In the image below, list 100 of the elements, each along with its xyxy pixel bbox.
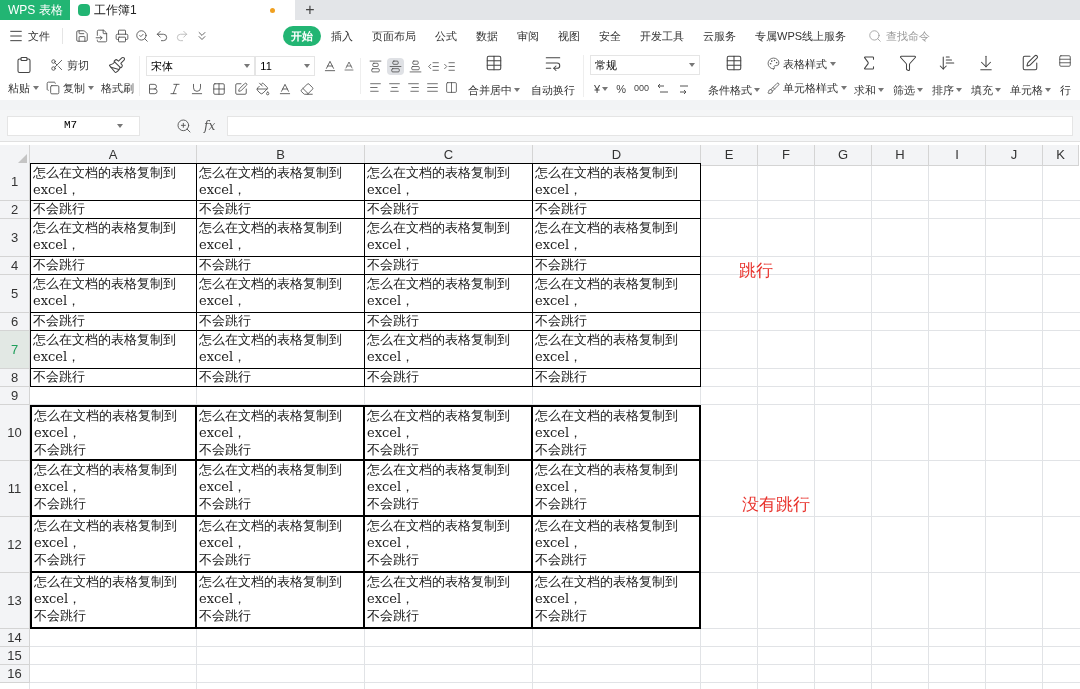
cell-text: excel， [535, 534, 583, 551]
column-header[interactable]: C [365, 145, 533, 166]
cell-text: excel， [34, 424, 82, 441]
cell-text: 不会跳行 [199, 257, 251, 272]
annotation-text: 没有跳行 [742, 494, 810, 516]
wrap-text-button[interactable]: 自动换行 [528, 54, 578, 98]
cell-text: 怎么在文档的表格复制到 [535, 164, 678, 181]
ribbon-tab[interactable]: 专属WPS线上服务 [746, 25, 856, 47]
row-header[interactable]: 14 [0, 629, 30, 647]
currency-button[interactable]: ¥ [594, 80, 609, 98]
cell-text: 怎么在文档的表格复制到 [34, 573, 177, 590]
cell-text: excel， [367, 292, 415, 309]
conditional-format-button[interactable]: 条件格式 [706, 54, 762, 98]
column-header[interactable]: A [30, 145, 197, 166]
column-header[interactable]: J [986, 145, 1043, 166]
row-header[interactable]: 9 [0, 387, 30, 405]
row-header[interactable]: 12 [0, 517, 30, 573]
row-header[interactable]: 13 [0, 573, 30, 629]
sort-button[interactable]: 排序 [930, 54, 964, 98]
column-header[interactable]: I [929, 145, 986, 166]
cell-text: 不会跳行 [535, 495, 587, 512]
cell-text: 怎么在文档的表格复制到 [199, 573, 342, 590]
row-header[interactable]: 15 [0, 647, 30, 665]
function-label[interactable]: fx [204, 116, 216, 135]
cell-text: 怎么在文档的表格复制到 [367, 275, 510, 292]
ribbon-tab[interactable]: 开发工具 [631, 25, 693, 47]
new-tab-button[interactable]: + [295, 0, 325, 20]
name-box[interactable]: M7 [7, 115, 140, 136]
cell-text: excel， [34, 534, 82, 551]
row-header[interactable]: 2 [0, 201, 30, 219]
row-header[interactable]: 11 [0, 461, 30, 517]
cell-text: 怎么在文档的表格复制到 [535, 461, 678, 478]
cell-text: excel， [367, 534, 415, 551]
ribbon-tab[interactable]: 插入 [322, 25, 362, 47]
row-header[interactable]: 6 [0, 313, 30, 331]
cell-text: excel， [367, 590, 415, 607]
row-header[interactable]: 10 [0, 405, 30, 461]
cells-button[interactable]: 单元格 [1008, 54, 1052, 98]
row-header[interactable]: 5 [0, 275, 30, 313]
rows-columns-button[interactable]: 行 [1057, 54, 1073, 98]
ribbon-tab[interactable]: 公式 [426, 25, 466, 47]
cell-text: 不会跳行 [34, 607, 86, 624]
filter-button[interactable]: 筛选 [891, 54, 925, 98]
cell-text: 不会跳行 [34, 495, 86, 512]
ribbon-tab[interactable]: 页面布局 [363, 25, 425, 47]
cell-style-button[interactable]: 单元格样式 [767, 80, 847, 97]
copy-button[interactable]: 复制 [46, 79, 94, 97]
cell-text: 不会跳行 [33, 313, 85, 328]
ribbon-tab[interactable]: 数据 [467, 25, 507, 47]
font-name-field[interactable]: 宋体 [146, 56, 256, 76]
cell-text: 不会跳行 [535, 313, 587, 328]
column-header[interactable]: K [1043, 145, 1079, 166]
cut-button[interactable]: 剪切 [50, 56, 90, 73]
row-header[interactable]: 1 [0, 163, 30, 201]
column-header[interactable]: F [758, 145, 815, 166]
document-tab[interactable]: 工作簿1 [70, 0, 295, 20]
row-header[interactable]: 3 [0, 219, 30, 257]
merge-button[interactable]: 合并居中 [465, 54, 523, 98]
column-header[interactable]: E [701, 145, 758, 166]
cell-text: excel， [367, 348, 415, 365]
ribbon-tab[interactable]: 视图 [549, 25, 589, 47]
cell-text: 怎么在文档的表格复制到 [535, 331, 678, 348]
cell-text: 怎么在文档的表格复制到 [34, 407, 177, 424]
cell-text: 不会跳行 [33, 257, 85, 272]
cell-text: 怎么在文档的表格复制到 [199, 164, 342, 181]
cell-text: 不会跳行 [199, 607, 251, 624]
format-painter-button[interactable]: 格式刷 [100, 79, 134, 97]
cell-text: excel， [535, 424, 583, 441]
row-header[interactable]: 16 [0, 665, 30, 683]
column-header[interactable]: D [533, 145, 701, 166]
cell-text: 不会跳行 [199, 313, 251, 328]
row-header[interactable]: 8 [0, 369, 30, 387]
cell-text: excel， [535, 348, 583, 365]
cell-text: 不会跳行 [199, 551, 251, 568]
ribbon-tab[interactable]: 审阅 [508, 25, 548, 47]
paste-button[interactable]: 粘贴 [8, 79, 40, 97]
file-menu[interactable]: 文件 [8, 27, 63, 45]
table-style-button[interactable]: 表格样式 [767, 55, 847, 72]
number-format-field[interactable]: 常规 [590, 54, 700, 75]
cell-text: excel， [34, 478, 82, 495]
cell-text: excel， [33, 181, 81, 198]
row-header[interactable]: 4 [0, 257, 30, 275]
column-header[interactable]: H [872, 145, 929, 166]
cell-text: 不会跳行 [367, 607, 419, 624]
cell-text: excel， [199, 236, 247, 253]
ribbon-tab[interactable]: 安全 [590, 25, 630, 47]
cell-text: 不会跳行 [535, 441, 587, 458]
sum-button[interactable]: 求和 [852, 54, 886, 98]
ribbon-tab[interactable]: 云服务 [694, 25, 745, 47]
column-header[interactable]: G [815, 145, 872, 166]
font-size-field[interactable]: 11 [255, 56, 315, 76]
column-header[interactable]: B [197, 145, 365, 166]
cell-text: 不会跳行 [367, 313, 419, 328]
cell-text: excel， [535, 292, 583, 309]
fill-button[interactable]: 填充 [969, 54, 1003, 98]
thousands-button[interactable]: 000 [633, 82, 649, 96]
percent-button[interactable]: % [616, 80, 626, 98]
cell-text: 怎么在文档的表格复制到 [199, 407, 342, 424]
cell-text: excel， [367, 236, 415, 253]
cell-text: 怎么在文档的表格复制到 [535, 517, 678, 534]
